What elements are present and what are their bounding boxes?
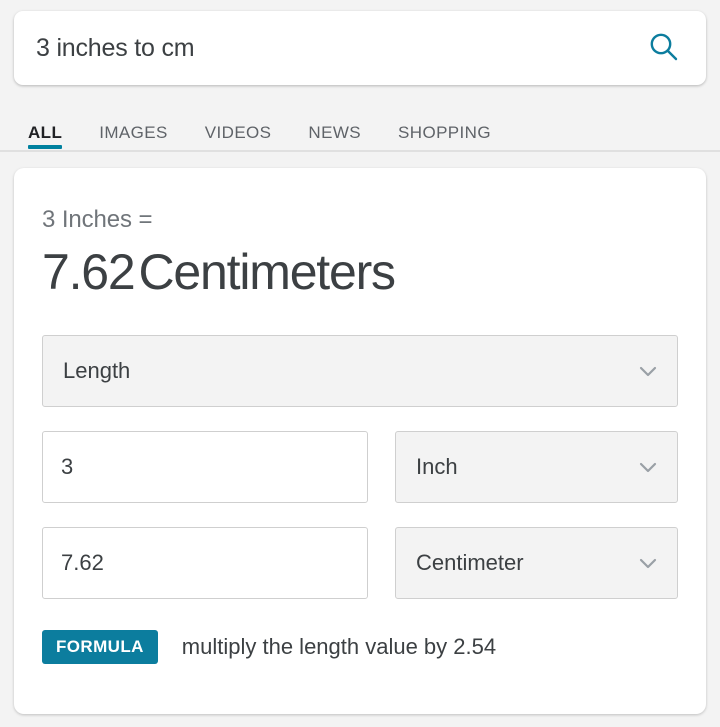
conversion-result-unit: Centimeters [138,244,397,300]
formula-row: FORMULA multiply the length value by 2.5… [42,629,678,664]
search-bar [14,11,706,85]
chevron-down-icon [635,454,661,480]
search-tabs: ALL IMAGES VIDEOS NEWS SHOPPING [0,100,720,152]
tab-label: VIDEOS [204,122,272,142]
from-value-input[interactable] [42,430,368,503]
tab-label: ALL [28,122,63,142]
from-unit-select-value: Inch [416,453,458,479]
to-unit-select-value: Centimeter [416,549,524,575]
search-icon [647,30,681,67]
converter-to-row: Centimeter [42,526,678,599]
tab-label: IMAGES [99,122,168,142]
chevron-down-icon [635,550,661,576]
tab-images[interactable]: IMAGES [99,100,168,152]
converter-controls: Length Inch [42,334,678,664]
to-value-input[interactable] [42,526,368,599]
conversion-result-headline: 7.62Centimeters [42,246,678,299]
tab-label: SHOPPING [398,122,491,142]
tab-videos[interactable]: VIDEOS [205,100,272,152]
formula-badge: FORMULA [42,629,158,664]
conversion-result-card: 3 Inches = 7.62Centimeters Length Inch [14,168,706,714]
conversion-result-value: 7.62 [42,244,136,300]
chevron-down-icon [635,358,661,384]
tab-label: NEWS [308,122,362,142]
to-unit-select[interactable]: Centimeter [395,526,678,599]
category-select[interactable]: Length [42,334,678,407]
tabs-divider [0,150,720,152]
tab-all[interactable]: ALL [28,100,63,152]
converter-from-row: Inch [42,430,678,503]
formula-text: multiply the length value by 2.54 [181,633,497,659]
from-unit-select[interactable]: Inch [395,430,678,503]
category-select-value: Length [63,357,131,383]
tab-news[interactable]: NEWS [308,100,361,152]
search-submit-button[interactable] [640,24,688,72]
tab-shopping[interactable]: SHOPPING [398,100,491,152]
active-tab-underline [28,145,63,149]
search-input[interactable] [36,33,640,63]
conversion-from-label: 3 Inches = [42,206,153,233]
